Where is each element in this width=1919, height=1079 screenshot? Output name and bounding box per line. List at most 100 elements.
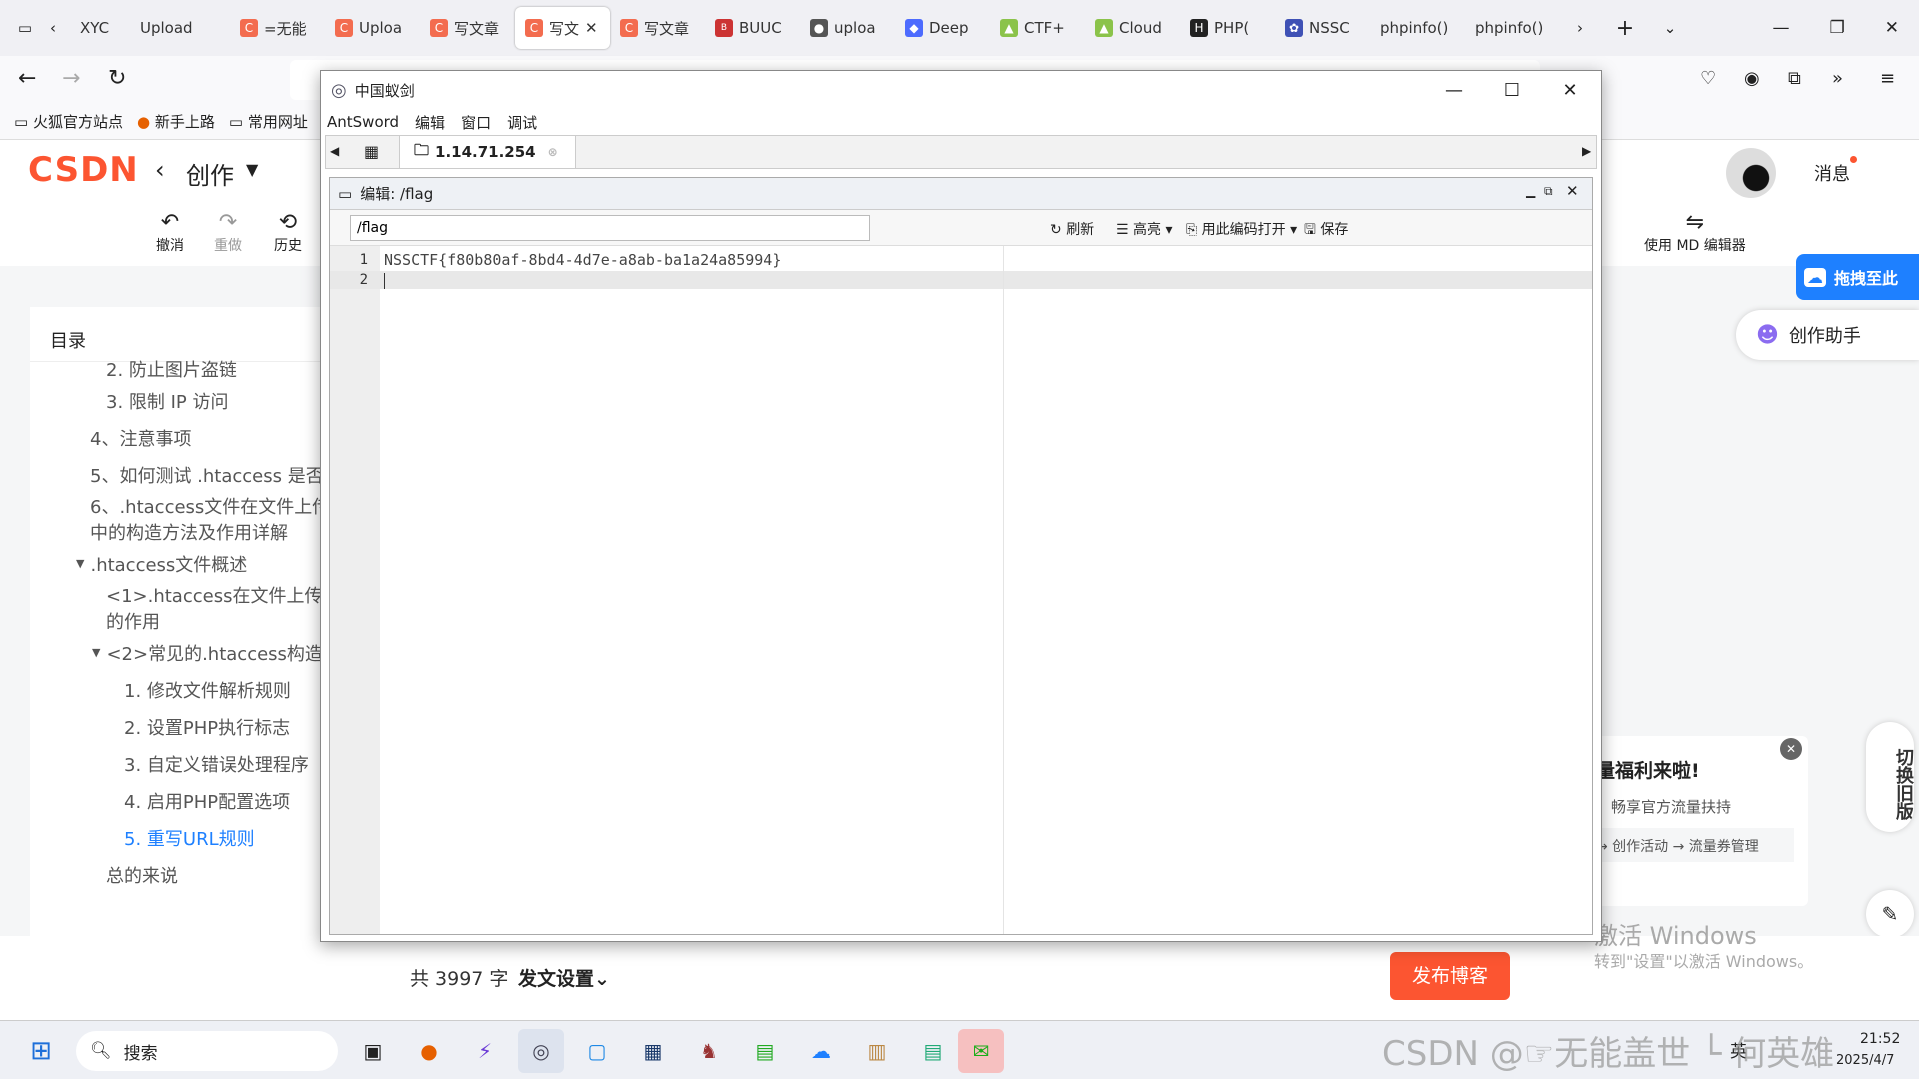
antsword-icon[interactable]: ◎ bbox=[518, 1029, 564, 1073]
clock-time[interactable]: 21:52 bbox=[1860, 1031, 1900, 1047]
tab[interactable]: ◆ Deep bbox=[895, 7, 990, 49]
toc-item-active[interactable]: 5. 重写URL规则 bbox=[50, 819, 330, 856]
devcpp-icon[interactable]: ▦ bbox=[630, 1029, 676, 1073]
extensions-icon[interactable]: ⧉ bbox=[1788, 68, 1801, 89]
maximize-button[interactable]: ☐ bbox=[1483, 71, 1541, 109]
bookmark[interactable]: ● 新手上路 bbox=[137, 111, 215, 132]
virtualbox-icon[interactable]: ▢ bbox=[574, 1029, 620, 1073]
tab[interactable]: Upload bbox=[130, 7, 230, 49]
winrar-icon[interactable]: ▥ bbox=[854, 1029, 900, 1073]
toc-item[interactable]: ▼ .htaccess文件概述 bbox=[50, 545, 330, 582]
toc-item[interactable]: 的作用 bbox=[50, 608, 330, 634]
tab-active[interactable]: C 写文 ✕ bbox=[515, 7, 610, 49]
overflow-icon[interactable]: » bbox=[1832, 68, 1843, 89]
close-icon[interactable]: ✕ bbox=[1885, 18, 1899, 38]
new-tab-icon[interactable]: + bbox=[1600, 16, 1650, 41]
tab-scroll-left-icon[interactable]: ◀ bbox=[330, 144, 339, 158]
toc-item[interactable]: ▼ <2>常见的.htaccess构造方法 bbox=[50, 634, 330, 671]
toc-item[interactable]: 4. 启用PHP配置选项 bbox=[50, 782, 330, 819]
restore-icon[interactable]: ❐ bbox=[1830, 18, 1845, 38]
tab[interactable]: XYC bbox=[70, 7, 130, 49]
bookmark[interactable]: ▭ 常用网址 bbox=[229, 111, 308, 132]
toc-item[interactable]: 总的来说 bbox=[50, 856, 330, 893]
clock-date[interactable]: 2025/4/7 bbox=[1836, 1053, 1894, 1068]
tab[interactable]: C =无能 bbox=[230, 7, 325, 49]
close-button[interactable]: ✕ bbox=[1541, 71, 1599, 109]
file-path-input[interactable] bbox=[350, 215, 870, 241]
minimize-icon[interactable]: — bbox=[1773, 18, 1790, 38]
menu-window[interactable]: 窗口 bbox=[461, 112, 491, 133]
toc-item[interactable]: <1>.htaccess在文件上传漏洞 bbox=[50, 582, 330, 608]
toc-item[interactable]: 3. 限制 IP 访问 bbox=[50, 382, 330, 419]
tab-scroll-right-icon[interactable]: ▶ bbox=[1582, 144, 1591, 158]
reload-icon[interactable]: ↻ bbox=[108, 66, 126, 91]
create-menu[interactable]: 创作 bbox=[186, 156, 234, 191]
menu-edit[interactable]: 编辑 bbox=[415, 112, 445, 133]
toc-item[interactable]: 5、如何测试 .htaccess 是否生效 bbox=[50, 456, 330, 493]
avatar[interactable] bbox=[1726, 148, 1776, 198]
visual-studio-icon[interactable]: ⚡ bbox=[462, 1029, 508, 1073]
toc-item[interactable]: 6、.htaccess文件在文件上传漏洞 bbox=[50, 493, 330, 519]
baidu-netdisk-icon[interactable]: ☁ bbox=[798, 1029, 844, 1073]
switch-old-version-button[interactable]: 切换旧版 bbox=[1866, 722, 1914, 832]
caret-down-icon[interactable]: ▼ bbox=[246, 160, 258, 179]
encoding-dropdown[interactable]: ⎘ 用此编码打开 ▾ bbox=[1186, 219, 1297, 239]
save-button[interactable]: 🖫 保存 bbox=[1304, 219, 1348, 243]
close-icon[interactable]: ⊗ bbox=[548, 145, 558, 159]
tab-overview-icon[interactable]: ▭ bbox=[0, 19, 50, 37]
panel-close-icon[interactable]: ✕ bbox=[1566, 182, 1579, 200]
tab[interactable]: ● uploa bbox=[800, 7, 895, 49]
grid-tab-icon[interactable]: ▦ bbox=[344, 136, 400, 168]
tab[interactable]: B BUUC bbox=[705, 7, 800, 49]
forward-icon[interactable]: → bbox=[62, 66, 80, 91]
writing-assistant-button[interactable]: ☻ 创作助手 bbox=[1736, 310, 1919, 360]
tab[interactable]: H PHP( bbox=[1180, 7, 1275, 49]
tab[interactable]: C 写文章 bbox=[420, 7, 515, 49]
menu-antsword[interactable]: AntSword bbox=[327, 113, 399, 131]
taskbar-search[interactable]: 🔍︎ 搜索 bbox=[76, 1031, 338, 1071]
wechat-icon[interactable]: ✉ bbox=[958, 1029, 1004, 1073]
panel-restore-icon[interactable]: ⧉ bbox=[1544, 184, 1553, 199]
pycharm-icon[interactable]: ▤ bbox=[742, 1029, 788, 1073]
messages-link[interactable]: 消息 bbox=[1814, 160, 1850, 186]
firefox-icon[interactable]: ● bbox=[406, 1029, 452, 1073]
account-icon[interactable]: ◉ bbox=[1744, 68, 1760, 89]
publish-button[interactable]: 发布博客 bbox=[1390, 952, 1510, 1000]
toc-item[interactable]: 2. 设置PHP执行标志 bbox=[50, 708, 330, 745]
toc-item[interactable]: 3. 自定义错误处理程序 bbox=[50, 745, 330, 782]
notepad-icon[interactable]: ▤ bbox=[910, 1029, 956, 1073]
tab[interactable]: ▲ CTF+ bbox=[990, 7, 1085, 49]
app-icon[interactable]: ♞ bbox=[686, 1029, 732, 1073]
tab[interactable]: phpinfo() bbox=[1370, 7, 1465, 49]
pocket-icon[interactable]: ♡ bbox=[1700, 68, 1716, 89]
windows-start-icon[interactable]: ⊞ bbox=[18, 1029, 64, 1073]
toc-item[interactable]: 4、注意事项 bbox=[50, 419, 330, 456]
toc-item[interactable]: 2. 防止图片盗链 bbox=[50, 356, 330, 382]
back-icon[interactable]: ← bbox=[18, 66, 36, 91]
tab-shell[interactable]: 🗀 1.14.71.254 ⊗ bbox=[400, 136, 576, 168]
task-view-icon[interactable]: ▣ bbox=[350, 1029, 396, 1073]
toc-item[interactable]: 1. 修改文件解析规则 bbox=[50, 671, 330, 708]
undo-button[interactable]: ↶ 撤消 bbox=[156, 210, 184, 255]
tab[interactable]: phpinfo() bbox=[1465, 7, 1560, 49]
toc-item[interactable]: 中的构造方法及作用详解 bbox=[50, 519, 330, 545]
promo-path[interactable]: → 创作活动 → 流量券管理 bbox=[1592, 828, 1794, 862]
tab[interactable]: ▲ Cloud bbox=[1085, 7, 1180, 49]
refresh-button[interactable]: ↻ 刷新 bbox=[1050, 219, 1094, 239]
edit-note-icon[interactable]: ✎ bbox=[1866, 890, 1914, 938]
back-chevron-icon[interactable]: ‹ bbox=[155, 156, 165, 184]
menu-debug[interactable]: 调试 bbox=[507, 112, 537, 133]
close-icon[interactable]: ✕ bbox=[1780, 738, 1802, 760]
history-button[interactable]: ⟲ 历史 bbox=[274, 210, 302, 255]
menu-icon[interactable]: ≡ bbox=[1880, 68, 1895, 89]
bookmark[interactable]: ▭ 火狐官方站点 bbox=[14, 111, 123, 132]
tab[interactable]: C Uploa bbox=[325, 7, 420, 49]
close-icon[interactable]: ✕ bbox=[585, 19, 598, 37]
code-editor[interactable]: 1 2 NSSCTF{f80b80af-8bd4-4d7e-a8ab-ba1a2… bbox=[330, 246, 1592, 934]
highlight-dropdown[interactable]: ☰ 高亮 ▾ bbox=[1116, 219, 1173, 239]
scroll-left-icon[interactable]: ‹ bbox=[50, 19, 70, 37]
baidu-drag-button[interactable]: ☁ 拖拽至此 bbox=[1796, 254, 1919, 300]
minimize-button[interactable]: — bbox=[1425, 71, 1483, 109]
redo-button[interactable]: ↷ 重做 bbox=[214, 210, 242, 255]
tab[interactable]: C 写文章 bbox=[610, 7, 705, 49]
